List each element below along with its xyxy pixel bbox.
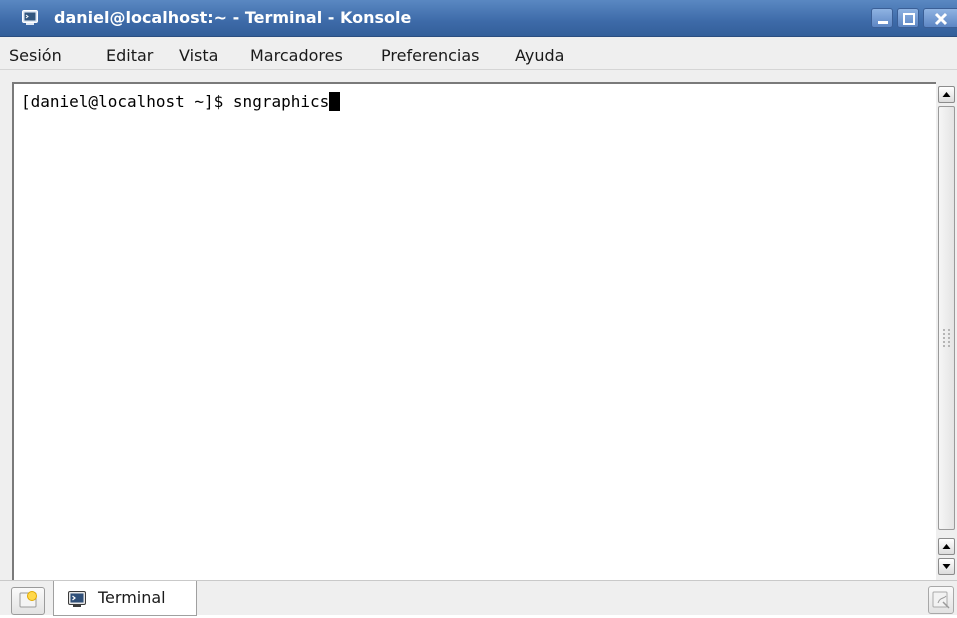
terminal-icon — [68, 591, 86, 611]
maximize-button[interactable] — [897, 8, 919, 28]
new-session-button[interactable] — [11, 587, 45, 615]
menu-marcadores[interactable]: Marcadores — [250, 46, 343, 65]
arrow-down-icon — [942, 564, 951, 569]
title-bar[interactable]: daniel@localhost:~ - Terminal - Konsole — [0, 0, 957, 37]
tab-bar: Terminal — [0, 580, 957, 616]
tab-label: Terminal — [98, 588, 166, 607]
close-icon — [934, 12, 948, 26]
typed-command: sngraphics — [232, 92, 330, 111]
grip-icon — [943, 329, 950, 347]
scroll-up-button-bottom[interactable] — [938, 538, 955, 555]
maximize-icon — [903, 13, 915, 25]
minimize-button[interactable] — [871, 8, 893, 28]
scrollbar-thumb[interactable] — [938, 106, 955, 530]
close-session-icon — [932, 591, 950, 609]
shell-prompt: [daniel@localhost ~]$ — [21, 92, 233, 111]
konsole-window: daniel@localhost:~ - Terminal - Konsole … — [0, 0, 957, 616]
text-cursor — [329, 92, 341, 111]
terminal-line: [daniel@localhost ~]$ sngraphics — [21, 92, 341, 112]
tab-terminal[interactable]: Terminal — [53, 581, 197, 616]
menu-editar[interactable]: Editar — [106, 46, 153, 65]
minimize-icon — [878, 21, 888, 24]
scroll-up-button[interactable] — [938, 86, 955, 103]
window-title: daniel@localhost:~ - Terminal - Konsole — [54, 8, 412, 27]
new-session-icon — [19, 591, 37, 608]
close-session-button[interactable] — [928, 586, 954, 614]
menu-preferencias[interactable]: Preferencias — [381, 46, 480, 65]
vertical-scrollbar[interactable] — [936, 82, 957, 580]
close-window-button[interactable] — [923, 8, 957, 28]
terminal-icon[interactable] — [22, 10, 38, 25]
scroll-down-button[interactable] — [938, 558, 955, 575]
arrow-up-icon — [942, 544, 951, 549]
menu-ayuda[interactable]: Ayuda — [515, 46, 564, 65]
menu-bar: Sesión Editar Vista Marcadores Preferenc… — [0, 37, 957, 70]
terminal-output[interactable]: [daniel@localhost ~]$ sngraphics — [12, 82, 936, 580]
arrow-up-icon — [942, 92, 951, 97]
menu-vista[interactable]: Vista — [179, 46, 218, 65]
menu-sesion[interactable]: Sesión — [9, 46, 62, 65]
